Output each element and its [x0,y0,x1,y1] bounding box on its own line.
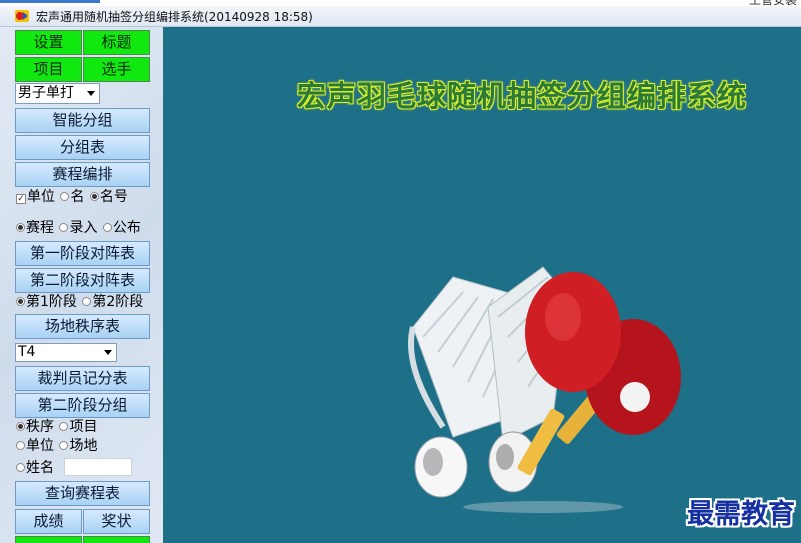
unit-radio[interactable]: 单位 [16,437,54,455]
chevron-down-icon [87,91,95,96]
stage1-bracket-button[interactable]: 第一阶段对阵表 [15,241,150,266]
group-table-button[interactable]: 分组表 [15,135,150,160]
display-options: ✓ 单位 名 名号 [16,188,129,206]
certificate-button[interactable]: 奖状 [83,509,150,534]
event-select-value: 男子单打 [18,85,74,101]
radio-icon [82,297,92,306]
stage1-radio[interactable]: 第1阶段 [16,293,77,311]
radio-selected-icon [89,192,99,201]
query-options-row3: 姓名 [16,459,55,477]
event-radio[interactable]: 项目 [59,418,97,436]
event-select[interactable]: 男子单打 [15,83,100,104]
stage2-bracket-button[interactable]: 第二阶段对阵表 [15,268,150,293]
window-titlebar: 宏声通用随机抽签分组编排系统(20140928 18:58) [0,6,801,27]
venue-radio[interactable]: 场地 [59,437,97,455]
query-options-row2: 单位 场地 [16,437,98,455]
radio-icon [59,441,69,450]
events-button[interactable]: 项目 [15,57,82,82]
stage-options: 第1阶段 第2阶段 [16,293,144,311]
radio-icon [60,192,70,201]
stage2-group-button[interactable]: 第二阶段分组 [15,393,150,418]
smart-group-button[interactable]: 智能分组 [15,108,150,133]
extra-button-right[interactable] [83,536,150,543]
venue-select[interactable]: T4 [15,343,117,362]
chevron-down-icon [104,350,112,355]
watermark-text: 最需教育 [687,499,795,530]
query-options-row1: 秩序 项目 [16,418,98,436]
shuttlecock-paddles-illustration [408,266,681,513]
window-title: 宏声通用随机抽签分组编排系统(20140928 18:58) [36,10,313,24]
radio-selected-icon [16,223,25,232]
publish-radio[interactable]: 公布 [102,219,141,237]
venue-order-button[interactable]: 场地秩序表 [15,314,150,339]
entry-radio[interactable]: 录入 [59,219,97,237]
name-radio[interactable]: 名 [60,188,84,206]
extra-button-left[interactable] [15,536,82,543]
check-icon: ✓ [16,194,26,204]
radio-selected-icon [16,297,25,306]
app-icon [15,10,29,22]
radio-icon [102,223,112,232]
sidebar: 设置 标题 项目 选手 男子单打 智能分组 分组表 赛程编排 ✓ 单位 名 名号 … [0,27,163,543]
player-name-radio[interactable]: 姓名 [16,459,54,477]
number-radio[interactable]: 名号 [89,188,128,206]
query-schedule-button[interactable]: 查询赛程表 [15,481,150,506]
top-accent-bar [0,0,100,3]
schedule-radio[interactable]: 赛程 [16,219,54,237]
banner-title: 宏声羽毛球随机抽签分组编排系统 [297,79,748,113]
results-button[interactable]: 成绩 [15,509,82,534]
settings-button[interactable]: 设置 [15,30,82,55]
title-button[interactable]: 标题 [83,30,150,55]
mode-options: 赛程 录入 公布 [16,219,142,237]
umpire-scoresheet-button[interactable]: 裁判员记分表 [15,366,150,391]
stage2-radio[interactable]: 第2阶段 [82,293,143,311]
radio-selected-icon [16,422,25,431]
order-radio[interactable]: 秩序 [16,418,54,436]
radio-icon [16,463,25,472]
player-name-input[interactable] [64,458,132,476]
main-canvas: 宏声羽毛球随机抽签分组编排系统 最需教育 [163,27,801,543]
schedule-button[interactable]: 赛程编排 [15,162,150,187]
venue-select-value: T4 [18,344,36,360]
unit-checkbox[interactable]: ✓ 单位 [16,188,55,206]
players-button[interactable]: 选手 [83,57,150,82]
radio-icon [59,223,69,232]
radio-icon [59,422,69,431]
radio-icon [16,441,25,450]
